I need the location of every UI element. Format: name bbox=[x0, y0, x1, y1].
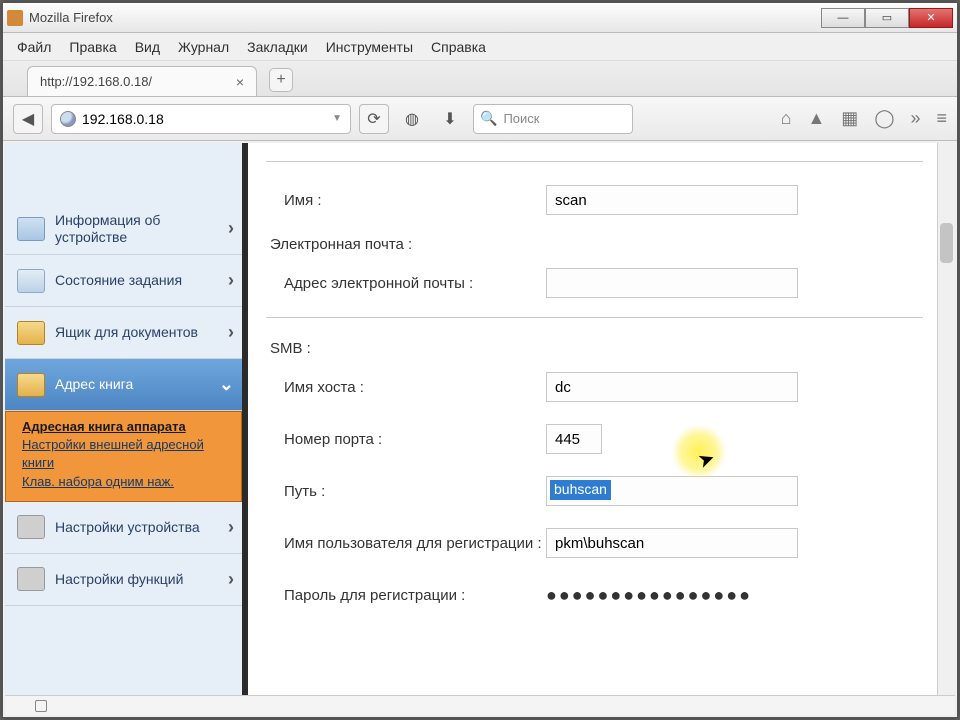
statusbar-indicator bbox=[35, 700, 47, 712]
chevron-right-icon: › bbox=[228, 322, 234, 343]
label-path: Путь : bbox=[266, 483, 546, 500]
downloads-icon[interactable]: ⬇ bbox=[435, 104, 465, 134]
more-icon[interactable]: » bbox=[910, 108, 920, 129]
search-icon: 🔍 bbox=[480, 110, 497, 127]
chevron-right-icon: › bbox=[228, 517, 234, 538]
sidebar-item-docbox[interactable]: Ящик для документов › bbox=[5, 307, 242, 359]
url-bar[interactable]: ▼ bbox=[51, 104, 351, 134]
docbox-icon bbox=[17, 321, 45, 345]
input-port[interactable] bbox=[546, 424, 602, 454]
sublink-onetouch[interactable]: Клав. набора одним наж. bbox=[22, 473, 231, 491]
section-email: Электронная почта : bbox=[266, 226, 923, 257]
globe-icon bbox=[60, 111, 76, 127]
input-login-user[interactable] bbox=[546, 528, 798, 558]
sidebar-item-funcsettings[interactable]: Настройки функций › bbox=[5, 554, 242, 606]
label-login-pass: Пароль для регистрации : bbox=[266, 587, 546, 604]
funcsettings-icon bbox=[17, 567, 45, 591]
input-name[interactable] bbox=[546, 185, 798, 215]
notify-icon[interactable]: ▲ bbox=[807, 108, 825, 129]
chevron-right-icon: › bbox=[228, 270, 234, 291]
menubar: Файл Правка Вид Журнал Закладки Инструме… bbox=[3, 33, 957, 61]
menu-file[interactable]: Файл bbox=[17, 39, 51, 55]
input-hostname[interactable] bbox=[546, 372, 798, 402]
sidebar-item-label: Состояние задания bbox=[55, 272, 218, 288]
window-title: Mozilla Firefox bbox=[29, 10, 821, 25]
sidebar-item-label: Ящик для документов bbox=[55, 324, 218, 340]
label-port: Номер порта : bbox=[266, 431, 546, 448]
refresh-icon[interactable]: ◯ bbox=[874, 108, 894, 129]
section-smb: SMB : bbox=[266, 330, 923, 361]
search-placeholder: Поиск bbox=[503, 111, 539, 126]
menu-bookmarks[interactable]: Закладки bbox=[247, 39, 308, 55]
sublink-external-addressbook[interactable]: Настройки внешней адресной книги bbox=[22, 436, 231, 472]
sidebar-sublist: Адресная книга аппарата Настройки внешне… bbox=[5, 411, 242, 502]
titlebar: Mozilla Firefox — ▭ ✕ bbox=[3, 3, 957, 33]
chevron-right-icon: › bbox=[228, 569, 234, 590]
form-panel: Имя : Электронная почта : Адрес электрон… bbox=[248, 143, 937, 695]
label-email: Адрес электронной почты : bbox=[266, 275, 546, 292]
label-login-user: Имя пользователя для регистрации : bbox=[266, 535, 546, 552]
page-content: Информация об устройстве › Состояние зад… bbox=[5, 143, 955, 695]
path-selected-text: buhscan bbox=[550, 480, 611, 500]
url-dropdown-icon[interactable]: ▼ bbox=[332, 113, 342, 124]
back-button[interactable]: ◀ bbox=[13, 104, 43, 134]
firefox-icon bbox=[7, 10, 23, 26]
sidebar-item-addressbook[interactable]: Адрес книга ⌄ bbox=[5, 359, 242, 411]
navbar: ◀ ▼ ⟳ ◍ ⬇ 🔍 Поиск ⌂ ▲ ▦ ◯ » ≡ bbox=[3, 97, 957, 141]
addressbook-icon bbox=[17, 373, 45, 397]
deviceinfo-icon bbox=[17, 217, 45, 241]
input-login-pass-display[interactable]: ●●●●●●●●●●●●●●●● bbox=[546, 585, 752, 606]
sidebar-item-label: Настройки функций bbox=[55, 571, 218, 587]
sidebar: Информация об устройстве › Состояние зад… bbox=[5, 143, 248, 695]
toolbar-icons: ⌂ ▲ ▦ ◯ » ≡ bbox=[781, 108, 947, 129]
sidebar-item-jobstatus[interactable]: Состояние задания › bbox=[5, 255, 242, 307]
browser-window: Mozilla Firefox — ▭ ✕ Файл Правка Вид Жу… bbox=[2, 2, 958, 718]
tabstrip: http://192.168.0.18/ × + bbox=[3, 61, 957, 97]
new-tab-button[interactable]: + bbox=[269, 68, 293, 92]
search-box[interactable]: 🔍 Поиск bbox=[473, 104, 633, 134]
window-controls: — ▭ ✕ bbox=[821, 8, 953, 28]
reload-button[interactable]: ⟳ bbox=[359, 104, 389, 134]
sidebar-item-deviceinfo[interactable]: Информация об устройстве › bbox=[5, 203, 242, 255]
hamburger-icon[interactable]: ≡ bbox=[936, 108, 947, 129]
menu-tools[interactable]: Инструменты bbox=[326, 39, 413, 55]
tab-active[interactable]: http://192.168.0.18/ × bbox=[27, 66, 257, 96]
menu-view[interactable]: Вид bbox=[135, 39, 160, 55]
input-email[interactable] bbox=[546, 268, 798, 298]
menu-history[interactable]: Журнал bbox=[178, 39, 229, 55]
home-icon[interactable]: ⌂ bbox=[781, 108, 792, 129]
sidebar-item-devicesettings[interactable]: Настройки устройства › bbox=[5, 502, 242, 554]
sublink-machine-addressbook[interactable]: Адресная книга аппарата bbox=[22, 418, 231, 436]
jobstatus-icon bbox=[17, 269, 45, 293]
label-hostname: Имя хоста : bbox=[266, 379, 546, 396]
statusbar bbox=[5, 695, 955, 715]
menu-edit[interactable]: Правка bbox=[69, 39, 116, 55]
close-button[interactable]: ✕ bbox=[909, 8, 953, 28]
label-name: Имя : bbox=[266, 192, 546, 209]
readview-icon[interactable]: ◍ bbox=[397, 104, 427, 134]
chevron-down-icon: ⌄ bbox=[219, 374, 234, 395]
menu-help[interactable]: Справка bbox=[431, 39, 486, 55]
sidebar-item-label: Информация об устройстве bbox=[55, 212, 218, 244]
url-input[interactable] bbox=[82, 111, 326, 127]
tab-label: http://192.168.0.18/ bbox=[40, 74, 152, 89]
sidebar-item-label: Адрес книга bbox=[55, 376, 209, 392]
chevron-right-icon: › bbox=[228, 218, 234, 239]
devicesettings-icon bbox=[17, 515, 45, 539]
scrollbar-thumb[interactable] bbox=[940, 223, 953, 263]
maximize-button[interactable]: ▭ bbox=[865, 8, 909, 28]
sidebar-item-label: Настройки устройства bbox=[55, 519, 218, 535]
vertical-scrollbar[interactable] bbox=[937, 143, 955, 695]
tiles-icon[interactable]: ▦ bbox=[841, 108, 858, 129]
tab-close-icon[interactable]: × bbox=[236, 74, 244, 90]
minimize-button[interactable]: — bbox=[821, 8, 865, 28]
